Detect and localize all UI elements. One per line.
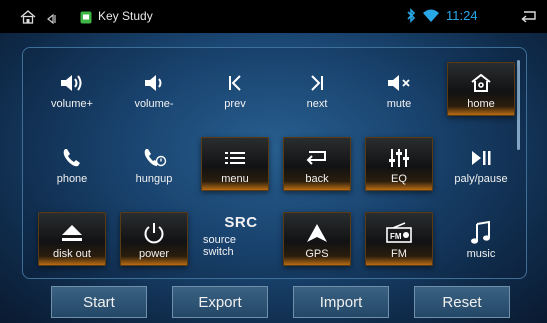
reset-button[interactable]: Reset	[414, 286, 510, 318]
key-label: EQ	[391, 173, 407, 185]
key-play-pause[interactable]: paly/pause	[447, 137, 515, 191]
clock: 11:24	[446, 8, 478, 23]
src-icon: SRC	[224, 213, 258, 231]
key-disk-out[interactable]: disk out	[38, 212, 106, 266]
start-button[interactable]: Start	[51, 286, 147, 318]
key-music[interactable]: music	[447, 212, 515, 266]
key-label: prev	[224, 98, 246, 110]
key-label: music	[466, 248, 496, 260]
key-back[interactable]: back	[283, 137, 351, 191]
key-hungup[interactable]: hungup	[120, 137, 188, 191]
key-label: paly/pause	[454, 173, 508, 185]
home-icon[interactable]	[20, 9, 36, 28]
key-label: mute	[386, 98, 412, 110]
key-label-line1: source	[203, 234, 237, 246]
prev-icon	[226, 68, 244, 98]
key-label-line2: switch	[203, 246, 234, 258]
key-fm[interactable]: FM FM	[365, 212, 433, 266]
key-mute[interactable]: mute	[365, 62, 433, 116]
return-icon[interactable]	[520, 9, 538, 28]
scrollbar[interactable]	[517, 60, 520, 150]
key-power[interactable]: power	[120, 212, 188, 266]
mute-icon	[386, 68, 412, 98]
key-gps[interactable]: GPS	[283, 212, 351, 266]
key-source-switch[interactable]: SRC source switch	[201, 208, 281, 262]
gps-icon	[305, 218, 329, 248]
wifi-icon	[422, 8, 440, 27]
volume-down-icon	[143, 68, 165, 98]
svg-text:FM: FM	[390, 232, 402, 241]
equalizer-icon	[387, 143, 411, 173]
home-icon	[469, 68, 493, 98]
key-label: phone	[56, 173, 88, 185]
key-volume-up[interactable]: volume+	[38, 62, 106, 116]
key-label: volume-	[134, 98, 174, 110]
key-prev[interactable]: prev	[201, 62, 269, 116]
key-label: menu	[221, 173, 249, 185]
key-volume-down[interactable]: volume-	[120, 62, 188, 116]
key-phone[interactable]: phone	[38, 137, 106, 191]
app-title: Key Study	[98, 9, 153, 23]
key-home[interactable]: home	[447, 62, 515, 116]
key-label: volume+	[51, 98, 93, 110]
bluetooth-icon	[406, 8, 416, 27]
next-icon	[308, 68, 326, 98]
key-label: back	[305, 173, 329, 185]
export-button[interactable]: Export	[172, 286, 268, 318]
back-nav-icon[interactable]	[46, 10, 58, 29]
music-icon	[470, 218, 492, 248]
key-label: next	[306, 98, 328, 110]
power-icon	[142, 218, 166, 248]
key-label: FM	[391, 248, 407, 260]
key-label: hungup	[135, 173, 173, 185]
key-label: disk out	[53, 248, 91, 260]
key-label: GPS	[305, 248, 329, 260]
play-pause-icon	[470, 143, 492, 173]
app-icon	[80, 9, 92, 28]
back-icon	[304, 143, 330, 173]
key-next[interactable]: next	[283, 62, 351, 116]
key-menu[interactable]: menu	[201, 137, 269, 191]
key-label: home	[467, 98, 495, 110]
eject-icon	[59, 218, 85, 248]
hangup-icon	[141, 143, 167, 173]
status-bar: Key Study 11:24	[0, 0, 547, 33]
import-button[interactable]: Import	[293, 286, 389, 318]
key-eq[interactable]: EQ	[365, 137, 433, 191]
key-label: power	[139, 248, 169, 260]
radio-icon: FM	[385, 218, 413, 248]
volume-up-icon	[59, 68, 85, 98]
phone-icon	[60, 143, 84, 173]
menu-icon	[223, 143, 247, 173]
